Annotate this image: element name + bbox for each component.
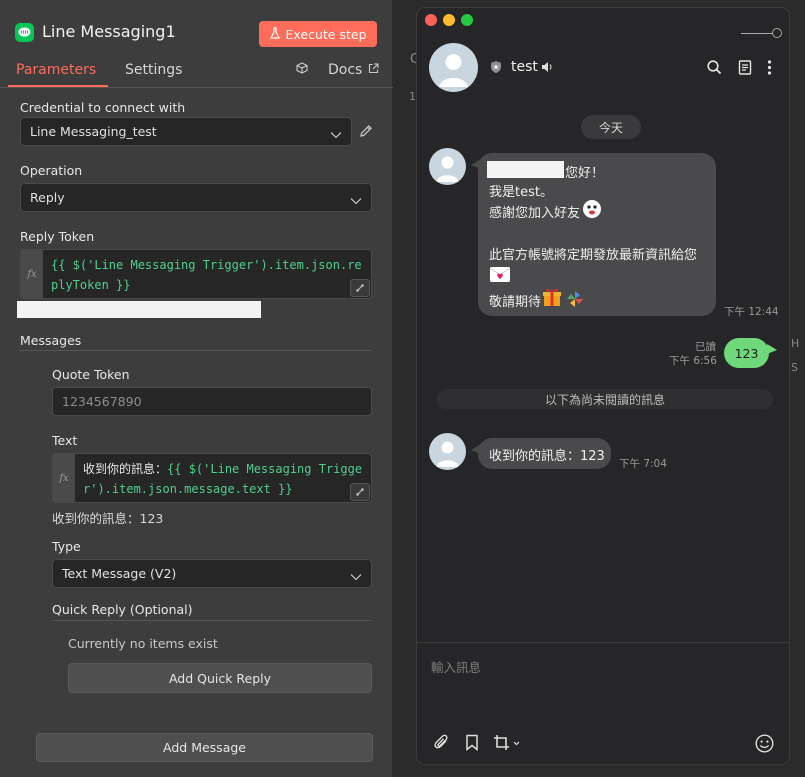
paperclip-icon[interactable]: [433, 734, 451, 756]
minimize-window-icon[interactable]: [443, 14, 455, 26]
line-chat-window: test 今天 您好！ 我是test。 感謝您加入好友 此官方帳號將定期發放最新…: [416, 7, 790, 765]
welcome-line-3: 感謝您加入好友: [489, 206, 581, 221]
outgoing-message-text: 123: [734, 345, 759, 361]
welcome-line-1: 您好！: [565, 166, 605, 181]
message-bubble-incoming[interactable]: 您好！ 我是test。 感謝您加入好友 此官方帳號將定期發放最新資訊給您 敬請期…: [471, 153, 716, 316]
credential-label: Credential to connect with: [20, 100, 186, 115]
sticker-emoji-icon: [582, 199, 602, 223]
read-receipt: 已讀: [695, 341, 716, 353]
messages-label: Messages: [20, 333, 82, 348]
welcome-line-5: 敬請期待: [489, 295, 542, 310]
search-icon[interactable]: [707, 60, 722, 79]
maximize-window-icon[interactable]: [461, 14, 473, 26]
gift-icon: [542, 287, 562, 311]
quote-token-placeholder: 1234567890: [62, 394, 142, 409]
execute-step-label: Execute step: [285, 26, 367, 42]
shield-icon: [489, 60, 503, 78]
welcome-line-2: 我是test。: [489, 185, 553, 200]
more-options-icon[interactable]: [767, 60, 772, 79]
flask-icon: [269, 26, 280, 42]
line-app-icon: [15, 23, 34, 42]
sender-avatar[interactable]: [429, 433, 466, 470]
type-select[interactable]: Text Message (V2): [52, 559, 372, 588]
tab-settings[interactable]: Settings: [125, 62, 182, 78]
fx-icon: fx: [21, 250, 43, 298]
opacity-slider-knob[interactable]: [772, 28, 782, 38]
messages-divider: [20, 350, 372, 351]
operation-label: Operation: [20, 163, 83, 178]
pencil-icon[interactable]: [359, 124, 373, 142]
execute-step-button[interactable]: Execute step: [259, 21, 377, 47]
crop-screenshot-icon[interactable]: [493, 734, 521, 756]
bubble-tail: [767, 344, 777, 354]
expand-editor-icon[interactable]: [350, 483, 370, 501]
text-expression: 收到你的訊息：{{ $('Line Messaging Trigger').it…: [83, 462, 363, 496]
redacted-result: [17, 301, 261, 318]
speaker-icon: [541, 61, 554, 77]
bookmark-icon[interactable]: [465, 734, 479, 755]
operation-select[interactable]: Reply: [20, 183, 372, 212]
background-text: 1: [409, 90, 416, 103]
text-label: Text: [52, 433, 78, 448]
message-time: 下午 6:56: [669, 355, 717, 367]
tab-parameters[interactable]: Parameters: [16, 62, 96, 78]
type-value: Text Message (V2): [62, 566, 177, 581]
chevron-down-icon: [350, 193, 362, 208]
credential-value: Line Messaging_test: [30, 124, 157, 139]
bubble-tail: [471, 444, 481, 454]
expand-editor-icon[interactable]: [350, 279, 370, 297]
chevron-down-icon: [330, 127, 342, 142]
node-parameters-panel: Line Messaging1 Execute step Parameters …: [0, 0, 393, 777]
type-label: Type: [52, 539, 81, 554]
love-letter-icon: [489, 266, 511, 287]
quote-token-label: Quote Token: [52, 367, 130, 382]
tabs-divider: [0, 87, 393, 88]
background-text: H: [791, 337, 800, 350]
quote-token-input[interactable]: 1234567890: [52, 387, 372, 416]
bubble-tail: [471, 159, 481, 169]
chevron-down-icon: [350, 569, 362, 584]
unread-divider: 以下為尚未閱讀的訊息: [437, 389, 773, 409]
message-time: 下午 12:44: [724, 306, 779, 318]
chat-name: test: [511, 59, 538, 75]
notes-icon[interactable]: [738, 60, 752, 79]
quick-reply-divider: [52, 620, 372, 621]
reply-token-label: Reply Token: [20, 229, 95, 244]
text-expression-field[interactable]: fx 收到你的訊息：{{ $('Line Messaging Trigger')…: [52, 453, 372, 503]
operation-value: Reply: [30, 190, 65, 205]
add-quick-reply-button[interactable]: Add Quick Reply: [68, 663, 372, 693]
redacted-name: [487, 161, 564, 178]
node-title[interactable]: Line Messaging1: [42, 22, 176, 41]
cube-icon: [296, 62, 308, 78]
reply-token-expression-field[interactable]: fx {{ $('Line Messaging Trigger').item.j…: [20, 249, 372, 299]
credential-select[interactable]: Line Messaging_test: [20, 117, 352, 146]
docs-link[interactable]: Docs: [296, 62, 379, 78]
fx-icon: fx: [53, 454, 75, 502]
chat-avatar[interactable]: [429, 43, 478, 92]
quick-reply-label: Quick Reply (Optional): [52, 602, 193, 617]
message-input[interactable]: 輸入訊息: [431, 657, 481, 676]
message-time: 下午 7:04: [619, 458, 667, 470]
welcome-line-4: 此官方帳號將定期發放最新資訊給您: [489, 248, 698, 263]
reply-message-text: 收到你的訊息：123: [489, 449, 605, 464]
text-result-preview: 收到你的訊息：123: [52, 511, 164, 526]
compose-divider: [417, 642, 789, 643]
background-text: S: [791, 361, 798, 374]
docs-label: Docs: [328, 62, 363, 78]
emoji-icon[interactable]: [755, 734, 774, 757]
message-bubble-incoming[interactable]: 收到你的訊息：123: [471, 438, 611, 469]
panel-header: Line Messaging1 Execute step Parameters …: [0, 0, 393, 88]
add-message-button[interactable]: Add Message: [36, 733, 373, 762]
sender-avatar[interactable]: [429, 148, 466, 185]
close-window-icon[interactable]: [425, 14, 437, 26]
reply-token-expression: {{ $('Line Messaging Trigger').item.json…: [51, 258, 362, 292]
message-bubble-outgoing[interactable]: 123: [724, 338, 777, 368]
date-separator: 今天: [581, 115, 641, 139]
pinwheel-icon: [566, 290, 584, 312]
external-link-icon: [368, 62, 379, 78]
no-items-text: Currently no items exist: [68, 636, 218, 651]
